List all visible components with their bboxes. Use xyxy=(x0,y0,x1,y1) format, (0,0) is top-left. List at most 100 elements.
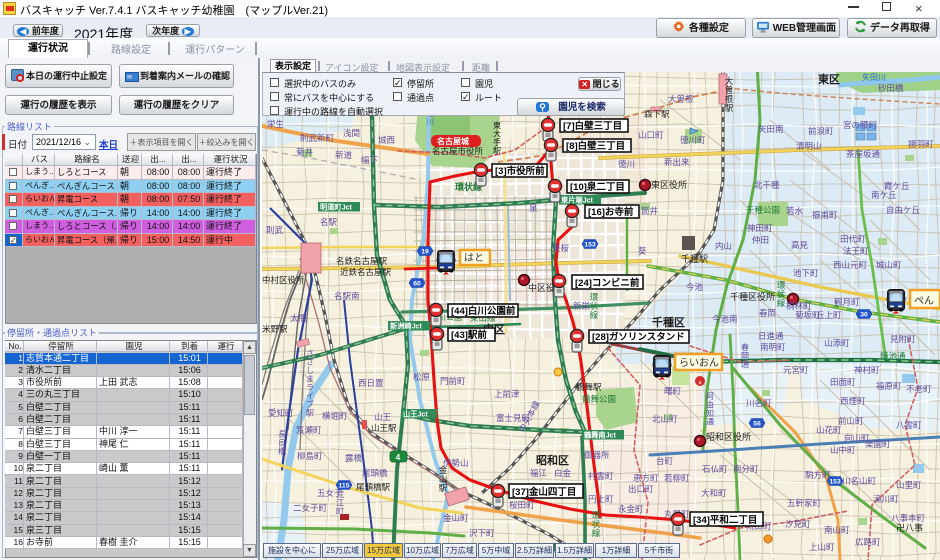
svg-text:八雲町: 八雲町 xyxy=(896,420,922,430)
svg-text:[43]駅前: [43]駅前 xyxy=(451,329,487,341)
svg-text:二女子町: 二女子町 xyxy=(293,503,328,513)
svg-text:滝川町: 滝川町 xyxy=(873,494,899,504)
svg-text:今池: 今池 xyxy=(686,282,704,292)
svg-text:ぺん: ぺん xyxy=(914,295,934,307)
svg-text:春岡通: 春岡通 xyxy=(741,342,749,369)
svg-text:上前津: 上前津 xyxy=(494,389,520,399)
svg-text:山花町: 山花町 xyxy=(816,425,842,435)
svg-text:名駅南: 名駅南 xyxy=(334,291,360,301)
svg-text:鶴舞南Jct: 鶴舞南Jct xyxy=(584,431,617,440)
svg-text:清明山: 清明山 xyxy=(796,141,822,151)
svg-text:柳島町: 柳島町 xyxy=(297,451,323,461)
svg-text:見附町: 見附町 xyxy=(890,334,916,344)
svg-text:東片端Jct: 東片端Jct xyxy=(560,196,594,205)
svg-text:60: 60 xyxy=(413,281,421,288)
svg-text:恵方町: 恵方町 xyxy=(633,473,659,483)
svg-text:大曽根駅: 大曽根駅 xyxy=(725,76,734,113)
svg-text:泉: 泉 xyxy=(529,203,538,213)
svg-text:徳川: 徳川 xyxy=(618,159,635,169)
svg-text:茶屋坂通: 茶屋坂通 xyxy=(846,149,881,159)
svg-text:駒方町: 駒方町 xyxy=(805,470,831,480)
svg-text:尾頭橋駅: 尾頭橋駅 xyxy=(356,482,391,492)
svg-text:白金: 白金 xyxy=(554,468,572,478)
svg-text:a: a xyxy=(699,380,702,386)
svg-text:円上町: 円上町 xyxy=(588,494,614,504)
svg-text:山王駅: 山王駅 xyxy=(371,423,397,433)
svg-text:池下町: 池下町 xyxy=(793,268,819,278)
svg-text:矢田川: 矢田川 xyxy=(862,72,886,82)
svg-text:南明町: 南明町 xyxy=(760,342,786,352)
svg-text:新出来: 新出来 xyxy=(664,157,690,167)
svg-text:村雲町: 村雲町 xyxy=(588,471,614,481)
svg-text:大曽根: 大曽根 xyxy=(668,94,694,104)
svg-text:153: 153 xyxy=(584,242,596,249)
svg-text:らいおん: らいおん xyxy=(679,357,719,369)
svg-text:[44]白川公園前: [44]白川公園前 xyxy=(451,305,516,317)
svg-text:神田町: 神田町 xyxy=(747,223,773,233)
svg-text:山王: 山王 xyxy=(374,412,392,422)
svg-text:4: 4 xyxy=(396,453,401,462)
svg-text:[16]お寺前: [16]お寺前 xyxy=(588,206,634,218)
svg-text:徳川町: 徳川町 xyxy=(680,135,706,145)
svg-text:若水: 若水 xyxy=(786,206,804,216)
svg-text:西山元町: 西山元町 xyxy=(833,260,868,270)
svg-text:卍八事: 卍八事 xyxy=(896,522,923,533)
svg-text:19: 19 xyxy=(421,249,429,256)
svg-text:はと: はと xyxy=(464,252,484,264)
svg-text:若柳町: 若柳町 xyxy=(664,473,690,483)
svg-text:田面町: 田面町 xyxy=(830,377,856,387)
svg-text:[24]コンビニ前: [24]コンビニ前 xyxy=(575,277,640,289)
svg-text:南ケ丘: 南ケ丘 xyxy=(871,190,897,200)
svg-text:城山町: 城山町 xyxy=(876,260,902,270)
svg-text:東大手駅: 東大手駅 xyxy=(493,120,501,156)
svg-text:北山町: 北山町 xyxy=(652,414,678,424)
svg-text:明道町Jct: 明道町Jct xyxy=(320,203,353,212)
svg-text:新洲崎Jct: 新洲崎Jct xyxy=(390,322,423,331)
svg-text:[7]白壁三丁目: [7]白壁三丁目 xyxy=(563,120,622,132)
svg-text:観月町: 観月町 xyxy=(834,297,860,307)
svg-text:石仏町: 石仏町 xyxy=(702,464,728,474)
svg-text:名古屋市役所: 名古屋市役所 xyxy=(432,146,484,156)
svg-text:南分町: 南分町 xyxy=(733,464,759,474)
svg-text:横堀町: 横堀町 xyxy=(322,411,348,421)
svg-text:愛知町: 愛知町 xyxy=(268,408,294,418)
svg-text:永金町: 永金町 xyxy=(618,504,644,514)
svg-text:153: 153 xyxy=(829,479,841,486)
svg-text:[3]市役所前: [3]市役所前 xyxy=(495,165,545,177)
svg-text:神村町: 神村町 xyxy=(854,365,880,375)
svg-text:丘上町: 丘上町 xyxy=(816,310,842,320)
svg-text:山中町: 山中町 xyxy=(830,445,856,455)
svg-text:千種公園: 千種公園 xyxy=(746,205,780,215)
svg-text:御器所: 御器所 xyxy=(584,450,610,460)
svg-text:山里町: 山里町 xyxy=(896,480,922,490)
svg-text:前浪町: 前浪町 xyxy=(808,126,834,136)
svg-text:汐見町: 汐見町 xyxy=(785,519,811,529)
svg-text:米野駅: 米野駅 xyxy=(262,324,288,334)
svg-text:西日置: 西日置 xyxy=(358,378,384,388)
svg-text:川名町: 川名町 xyxy=(746,398,772,408)
svg-text:城西: 城西 xyxy=(378,135,395,145)
svg-text:新道: 新道 xyxy=(335,150,353,160)
svg-text:東区: 東区 xyxy=(818,72,840,86)
svg-text:則武: 則武 xyxy=(266,225,284,235)
svg-text:鶴舞公園: 鶴舞公園 xyxy=(582,394,616,404)
svg-text:五軒家町: 五軒家町 xyxy=(787,498,822,508)
svg-text:東桜: 東桜 xyxy=(552,243,570,253)
svg-text:北千種: 北千種 xyxy=(754,180,780,190)
svg-text:荒江町: 荒江町 xyxy=(336,489,344,516)
svg-text:[37]金山四丁目: [37]金山四丁目 xyxy=(512,486,576,498)
svg-text:近鉄名古屋駅: 近鉄名古屋駅 xyxy=(340,267,392,277)
svg-text:山添町: 山添町 xyxy=(824,338,850,348)
svg-text:千種区役所: 千種区役所 xyxy=(730,291,775,302)
svg-text:自由ケ丘: 自由ケ丘 xyxy=(886,205,921,215)
svg-text:桜田町: 桜田町 xyxy=(509,500,535,510)
svg-text:[28]ガソリンスタンド: [28]ガソリンスタンド xyxy=(592,331,685,343)
svg-text:鶴舞駅: 鶴舞駅 xyxy=(576,382,602,392)
svg-text:沢下町: 沢下町 xyxy=(469,528,495,538)
svg-text:広路町: 広路町 xyxy=(855,537,881,547)
svg-text:内山: 内山 xyxy=(715,241,732,251)
svg-text:台町: 台町 xyxy=(656,456,674,466)
svg-text:浅間: 浅間 xyxy=(343,128,360,138)
svg-text:曙町: 曙町 xyxy=(664,386,682,396)
svg-text:仲田: 仲田 xyxy=(752,235,769,245)
